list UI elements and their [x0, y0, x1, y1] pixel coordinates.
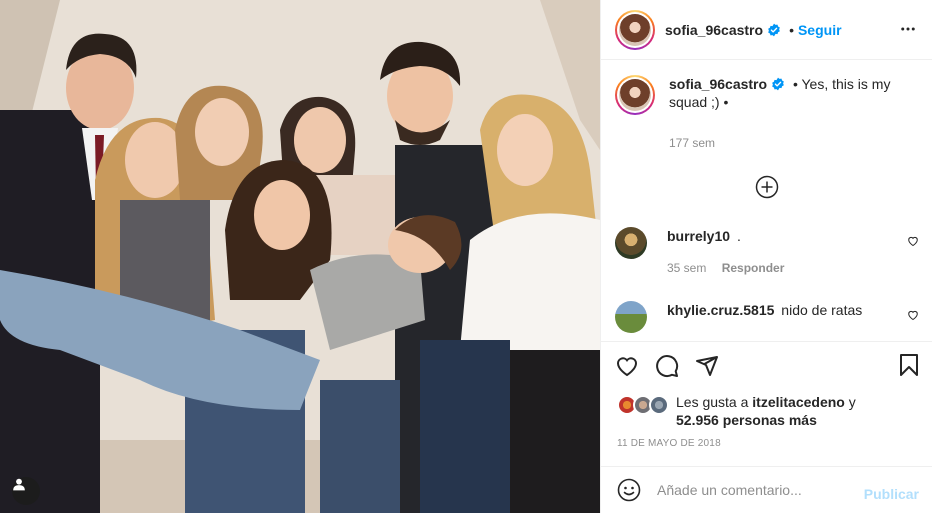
- group-photo-illustration: [0, 0, 600, 513]
- action-bar: [601, 341, 932, 389]
- liker-avatars: [617, 393, 673, 417]
- verified-badge-icon: [768, 23, 780, 36]
- comment-time[interactable]: 35 sem: [667, 261, 706, 275]
- author-avatar-image: [619, 13, 651, 46]
- caption-username[interactable]: sofia_96castro: [669, 76, 767, 92]
- commenter-avatar[interactable]: [615, 227, 647, 259]
- add-comment-bar: Publicar: [601, 466, 932, 513]
- header-separator: •: [789, 21, 794, 38]
- post-sidebar: sofia_96castro • Seguir sofia_96castro •…: [600, 0, 932, 513]
- heart-icon[interactable]: [907, 235, 919, 247]
- follow-button[interactable]: Seguir: [798, 22, 842, 38]
- user-tag-icon: [13, 478, 25, 491]
- comment-input[interactable]: [657, 482, 857, 498]
- heart-icon: [616, 356, 638, 376]
- publish-button[interactable]: Publicar: [864, 486, 919, 502]
- author-avatar[interactable]: [615, 9, 655, 50]
- comment-item: burrely10 . 35 sem Responder: [615, 227, 919, 277]
- heart-icon[interactable]: [907, 309, 919, 321]
- instagram-post: sofia_96castro • Seguir sofia_96castro •…: [0, 0, 932, 513]
- comment-button[interactable]: [655, 354, 679, 378]
- likes-summary[interactable]: Les gusta a itzelitacedeno y 52.956 pers…: [617, 393, 917, 429]
- liker-avatar: [649, 395, 669, 415]
- commenter-avatar[interactable]: [615, 301, 647, 333]
- liker-username[interactable]: itzelitacedeno: [752, 394, 845, 410]
- smiley-icon[interactable]: [617, 478, 641, 502]
- likes-count[interactable]: 52.956 personas más: [676, 412, 817, 428]
- share-button[interactable]: [695, 354, 719, 378]
- likes-connector: y: [848, 394, 856, 410]
- caption-separator: •: [792, 76, 798, 92]
- verified-badge-icon: [772, 77, 784, 91]
- post-date[interactable]: 11 DE MAYO DE 2018: [617, 438, 721, 449]
- caption-time[interactable]: 177 sem: [669, 136, 715, 150]
- caption: sofia_96castro • Yes, this is my squad ;…: [615, 75, 921, 115]
- more-horizontal-icon[interactable]: [899, 20, 917, 38]
- comments-section[interactable]: sofia_96castro • Yes, this is my squad ;…: [601, 61, 932, 341]
- like-button[interactable]: [615, 354, 639, 378]
- post-header: sofia_96castro • Seguir: [601, 0, 932, 60]
- comment-text: nido de ratas: [781, 302, 863, 318]
- post-photo[interactable]: [0, 0, 600, 513]
- comment-bubble-icon: [656, 354, 679, 377]
- likes-prefix: Les gusta a: [676, 394, 749, 410]
- author-username[interactable]: sofia_96castro: [665, 22, 763, 38]
- tag-badge[interactable]: [12, 477, 40, 505]
- comment-text: .: [736, 228, 741, 244]
- reply-button[interactable]: Responder: [722, 261, 785, 275]
- paper-plane-icon: [696, 355, 718, 376]
- comment-username[interactable]: khylie.cruz.5815: [667, 302, 774, 318]
- caption-avatar[interactable]: [615, 75, 655, 115]
- bookmark-icon: [900, 354, 918, 376]
- plus-circle-icon[interactable]: [755, 175, 779, 199]
- comment-username[interactable]: burrely10: [667, 228, 730, 244]
- save-button[interactable]: [897, 353, 921, 380]
- comment-item: khylie.cruz.5815 nido de ratas: [615, 301, 919, 333]
